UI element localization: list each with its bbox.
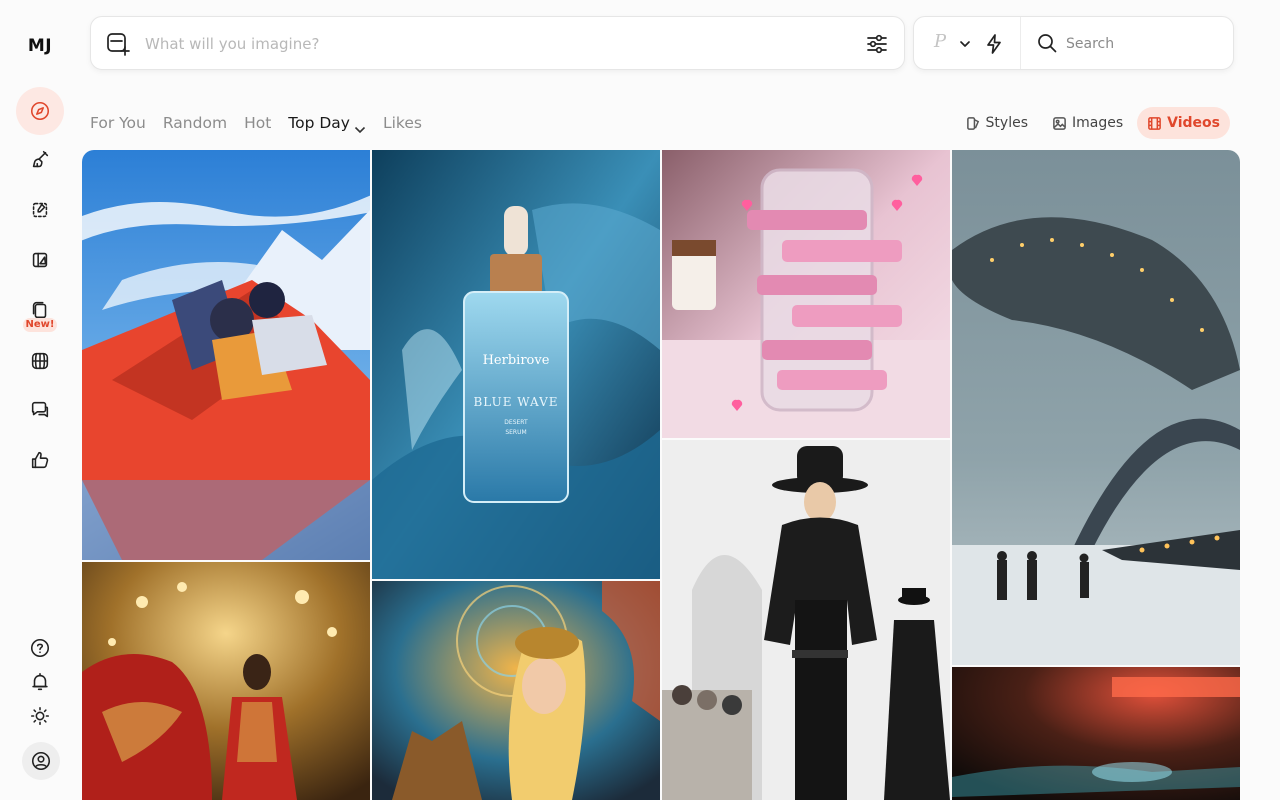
help-icon [30,638,50,658]
thumbs-up-icon [31,451,49,469]
runway-image [662,440,950,800]
new-badge: New! [23,318,57,332]
tab-top-day[interactable]: Top Day [288,114,366,133]
airship-image [952,150,1240,665]
chandelier-image [82,562,370,800]
videos-filter[interactable]: Videos [1137,107,1230,139]
search-icon [1036,32,1058,54]
feed-tabs: For You Random Hot Top Day Likes [90,112,439,134]
organize-icon [32,252,48,268]
globe-icon [31,352,49,370]
add-image-button[interactable] [105,31,131,57]
user-icon [31,751,51,771]
tab-likes[interactable]: Likes [383,114,422,132]
help-button[interactable] [25,633,55,663]
serum-title: BLUE WAVE [473,395,558,409]
bell-icon [32,672,48,691]
gallery-item-chandelier[interactable] [82,562,370,800]
lightning-icon [987,34,1001,54]
gallery-item-airship[interactable] [952,150,1240,665]
sun-icon [30,706,50,726]
styles-filter[interactable]: Styles [956,107,1038,139]
chat-bubbles-icon [31,401,49,418]
gallery-item-serum[interactable]: Herbirove BLUE WAVE DESERT SERUM [372,150,660,579]
paintbrush-icon [32,150,49,168]
sidebar-item-chat[interactable] [16,386,64,434]
search-input[interactable] [1066,32,1216,56]
tab-random[interactable]: Random [163,114,227,132]
mosaic-portrait-image [372,581,660,800]
gallery-item-neon-blur[interactable] [952,667,1240,800]
tab-top-day-label: Top Day [288,114,350,132]
prompt-input[interactable] [145,32,845,56]
sliders-icon [867,34,887,54]
tab-for-you[interactable]: For You [90,114,146,132]
chevron-down-icon [354,120,366,133]
gallery-item-anime-car[interactable] [82,150,370,560]
media-filter: Styles Images Videos [952,107,1230,139]
serum-line1: DESERT [504,419,528,426]
tab-hot[interactable]: Hot [244,114,271,132]
settings-button[interactable] [864,31,890,57]
pink-phone-image [662,150,950,438]
serum-bottle-image: Herbirove BLUE WAVE DESERT SERUM [372,150,660,579]
chevron-down-icon [960,41,970,47]
styles-icon [966,116,979,130]
serum-brand: Herbirove [483,353,550,368]
anime-car-image [82,150,370,560]
gallery-item-pink-phone[interactable] [662,150,950,438]
profile-button[interactable] [22,742,60,780]
serum-line2: SERUM [505,429,526,436]
sidebar-item-organize[interactable] [16,236,64,284]
notifications-button[interactable] [25,667,55,697]
compass-icon [30,101,50,121]
controls-bar: P [913,16,1234,70]
videos-label: Videos [1167,115,1220,131]
neon-blur-image [952,667,1240,800]
styles-label: Styles [985,115,1028,131]
edit-icon [32,202,48,218]
image-icon [1053,116,1066,130]
images-filter[interactable]: Images [1042,107,1133,139]
divider [1020,17,1021,69]
logo[interactable]: MJ [0,36,80,56]
speed-button[interactable] [983,33,1005,55]
sidebar-item-edit[interactable] [16,186,64,234]
sidebar: MJ New! [0,0,80,800]
sidebar-item-explore[interactable] [16,87,64,135]
personalization-toggle[interactable]: P [934,31,946,52]
sidebar-item-create[interactable] [16,136,64,184]
images-label: Images [1072,115,1124,131]
film-icon [1148,116,1162,130]
prompt-bar [90,16,905,70]
personalization-dropdown[interactable] [954,33,976,55]
gallery-item-runway[interactable] [662,440,950,800]
image-plus-icon [107,33,130,56]
sidebar-item-likes[interactable] [16,436,64,484]
sidebar-item-rooms[interactable] [16,337,64,385]
gallery-item-mosaic-portrait[interactable] [372,581,660,800]
theme-toggle[interactable] [25,701,55,731]
